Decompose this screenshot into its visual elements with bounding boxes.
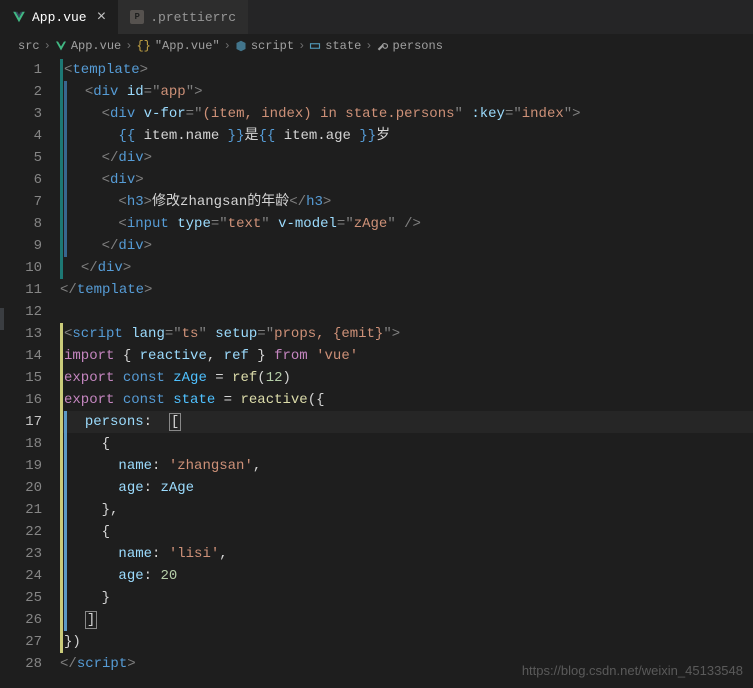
- code-line: {: [60, 521, 753, 543]
- code-line: <h3>修改zhangsan的年龄</h3>: [60, 191, 753, 213]
- code-line: persons: [: [60, 411, 753, 433]
- code-editor[interactable]: 1 2 3 4 5 6 7 8 9 10 11 12 13 14 15 16 1…: [0, 57, 753, 688]
- code-line: <div id="app">: [60, 81, 753, 103]
- chevron-right-icon: ›: [44, 39, 51, 53]
- code-line: </div>: [60, 235, 753, 257]
- code-line: name: 'lisi',: [60, 543, 753, 565]
- module-icon: [235, 40, 247, 52]
- chevron-right-icon: ›: [365, 39, 372, 53]
- code-line: <input type="text" v-model="zAge" />: [60, 213, 753, 235]
- code-line: age: 20: [60, 565, 753, 587]
- braces-icon: {}: [136, 39, 150, 53]
- breadcrumb[interactable]: src › App.vue › {} "App.vue" › script › …: [0, 35, 753, 57]
- code-line: }: [60, 587, 753, 609]
- code-line: {: [60, 433, 753, 455]
- tab-label: .prettierrc: [150, 10, 236, 25]
- property-icon: [377, 40, 389, 52]
- code-line: name: 'zhangsan',: [60, 455, 753, 477]
- vue-icon: [12, 10, 26, 24]
- tab-label: App.vue: [32, 10, 87, 25]
- line-number-gutter: 1 2 3 4 5 6 7 8 9 10 11 12 13 14 15 16 1…: [0, 57, 60, 688]
- chevron-right-icon: ›: [224, 39, 231, 53]
- code-line: },: [60, 499, 753, 521]
- breadcrumb-item[interactable]: "App.vue": [155, 39, 220, 53]
- code-line: {{ item.name }}是{{ item.age }}岁: [60, 125, 753, 147]
- code-line: age: zAge: [60, 477, 753, 499]
- tab-app-vue[interactable]: App.vue ×: [0, 0, 118, 34]
- watermark-text: https://blog.csdn.net/weixin_45133548: [522, 660, 743, 682]
- code-line: }): [60, 631, 753, 653]
- chevron-right-icon: ›: [298, 39, 305, 53]
- code-line: </div>: [60, 257, 753, 279]
- code-line: <div v-for="(item, index) in state.perso…: [60, 103, 753, 125]
- code-line: [60, 301, 753, 323]
- chevron-right-icon: ›: [125, 39, 132, 53]
- code-line: export const zAge = ref(12): [60, 367, 753, 389]
- code-line: import { reactive, ref } from 'vue': [60, 345, 753, 367]
- code-line: <div>: [60, 169, 753, 191]
- code-line: <script lang="ts" setup="props, {emit}">: [60, 323, 753, 345]
- vue-icon: [55, 40, 67, 52]
- breadcrumb-item[interactable]: App.vue: [71, 39, 121, 53]
- breadcrumb-item[interactable]: script: [251, 39, 294, 53]
- prettier-icon: P: [130, 10, 144, 24]
- variable-icon: [309, 40, 321, 52]
- code-line: </template>: [60, 279, 753, 301]
- code-line: </div>: [60, 147, 753, 169]
- code-line: export const state = reactive({: [60, 389, 753, 411]
- breadcrumb-item[interactable]: src: [18, 39, 40, 53]
- editor-tabs: App.vue × P .prettierrc: [0, 0, 753, 35]
- code-line: ]: [60, 609, 753, 631]
- close-icon[interactable]: ×: [97, 9, 107, 25]
- code-area[interactable]: <template> <div id="app"> <div v-for="(i…: [60, 57, 753, 688]
- breadcrumb-item[interactable]: state: [325, 39, 361, 53]
- code-line: <template>: [60, 59, 753, 81]
- breadcrumb-item[interactable]: persons: [393, 39, 443, 53]
- tab-prettierrc[interactable]: P .prettierrc: [118, 0, 248, 34]
